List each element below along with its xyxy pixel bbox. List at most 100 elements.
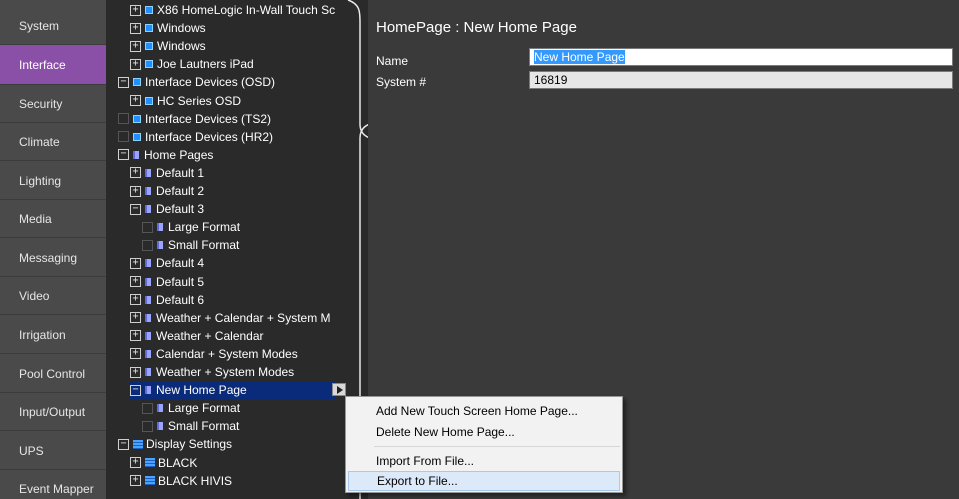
tree-row[interactable]: − Home Pages xyxy=(118,146,213,164)
tree-row[interactable]: + Weather + Calendar xyxy=(130,327,264,345)
nav-item-irrigation[interactable]: Irrigation xyxy=(0,316,106,354)
expand-icon[interactable]: + xyxy=(130,4,141,16)
system-label: System # xyxy=(376,75,427,89)
page-icon xyxy=(145,368,151,376)
expand-icon[interactable]: + xyxy=(130,95,141,106)
expand-icon[interactable]: + xyxy=(130,330,141,342)
expand-icon[interactable]: + xyxy=(130,312,141,324)
device-icon xyxy=(145,42,153,51)
empty-box-icon xyxy=(118,113,129,125)
collapse-icon[interactable]: − xyxy=(130,203,141,215)
nav-item-messaging[interactable]: Messaging xyxy=(0,239,106,277)
expand-icon[interactable]: + xyxy=(130,40,141,52)
tree-row-label: HC Series OSD xyxy=(157,93,242,108)
tree-row-label: Large Format xyxy=(168,220,241,235)
tree-row[interactable]: + Default 5 xyxy=(130,273,204,291)
tree-row-label: X86 HomeLogic In-Wall Touch Sc xyxy=(157,3,336,17)
nav-item-video[interactable]: Video xyxy=(0,277,106,315)
nav-item-pool-control[interactable]: Pool Control xyxy=(0,355,106,393)
device-icon xyxy=(133,114,141,123)
tree-row-label: Default 5 xyxy=(156,274,205,289)
tree-row[interactable]: + Weather + Calendar + System M xyxy=(130,309,331,327)
tree-row[interactable]: − Display Settings xyxy=(118,435,232,453)
import-from-file-menu-item[interactable]: Import From File... xyxy=(348,451,620,471)
tree-row[interactable]: − Default 3 xyxy=(130,200,204,218)
row-menu-arrow-icon[interactable] xyxy=(332,383,346,397)
tree-row[interactable]: + HC Series OSD xyxy=(130,92,241,110)
export-to-file-menu-item[interactable]: Export to File... xyxy=(348,471,620,491)
tree-row-label: Small Format xyxy=(168,238,240,253)
tree-row-label: Weather + System Modes xyxy=(156,365,295,379)
tree-view[interactable]: + X86 HomeLogic In-Wall Touch Sc + Windows +… xyxy=(106,0,368,499)
tree-row[interactable]: Interface Devices (TS2) xyxy=(118,110,271,128)
expand-icon[interactable]: + xyxy=(130,58,141,70)
expand-icon[interactable]: + xyxy=(130,257,141,269)
page-icon xyxy=(145,331,151,340)
nav-item-event-mapper[interactable]: Event Mapper xyxy=(0,470,106,499)
tree-row[interactable]: − Interface Devices (OSD) xyxy=(118,73,275,91)
tree-row[interactable]: Large Format xyxy=(142,399,240,417)
collapse-icon[interactable]: − xyxy=(130,384,141,396)
expand-icon[interactable]: + xyxy=(130,22,141,34)
device-icon xyxy=(145,24,153,33)
tree-row[interactable]: + Weather + System Modes xyxy=(130,363,294,381)
name-row: Name New Home Page xyxy=(368,48,959,70)
tree-row[interactable]: + Windows xyxy=(130,19,206,37)
display-icon xyxy=(145,476,155,486)
page-icon xyxy=(157,404,163,413)
panel-title: HomePage : New Home Page xyxy=(376,19,577,36)
expand-icon[interactable]: + xyxy=(130,475,141,487)
tree-row[interactable]: + Default 4 xyxy=(130,254,204,272)
tree-row[interactable]: Large Format xyxy=(142,218,240,236)
expand-icon[interactable]: + xyxy=(130,457,141,468)
page-icon xyxy=(145,205,151,214)
device-icon xyxy=(145,6,153,14)
tree-row[interactable]: Small Format xyxy=(142,417,239,435)
device-icon xyxy=(133,78,141,87)
nav-item-security[interactable]: Security xyxy=(0,85,106,123)
tree-row-label: Small Format xyxy=(168,419,240,434)
name-label: Name xyxy=(376,54,409,68)
name-field[interactable]: New Home Page xyxy=(529,48,953,66)
expand-icon[interactable]: + xyxy=(130,167,141,179)
nav-item-interface[interactable]: Interface xyxy=(0,45,106,85)
collapse-icon[interactable]: − xyxy=(118,76,129,88)
tree-row-label: New Home Page xyxy=(156,383,247,398)
nav-item-climate[interactable]: Climate xyxy=(0,123,106,161)
tree-row-label: Windows xyxy=(157,39,206,54)
tree-row[interactable]: + BLACK HIVIS xyxy=(130,472,232,490)
tree-row[interactable]: + Default 2 xyxy=(130,182,204,200)
tree-row-label: Interface Devices (TS2) xyxy=(145,111,272,126)
expand-icon[interactable]: + xyxy=(130,366,141,378)
expand-icon[interactable]: + xyxy=(130,348,141,360)
tree-row[interactable]: Interface Devices (HR2) xyxy=(118,128,273,146)
expand-icon[interactable]: + xyxy=(130,276,141,287)
tree-row[interactable]: + Windows xyxy=(130,37,206,55)
collapse-icon[interactable]: − xyxy=(118,149,129,161)
tree-row[interactable]: + Joe Lautners iPad xyxy=(130,55,254,73)
name-value: New Home Page xyxy=(534,50,625,64)
nav-item-system[interactable]: System xyxy=(0,7,106,45)
add-home-page-menu-item[interactable]: Add New Touch Screen Home Page... xyxy=(348,401,620,421)
menu-separator xyxy=(374,446,620,447)
nav-item-input-output[interactable]: Input/Output xyxy=(0,393,106,431)
nav-item-media[interactable]: Media xyxy=(0,200,106,238)
tree-row[interactable]: + Default 6 xyxy=(130,291,204,309)
tree-row[interactable]: + BLACK xyxy=(130,454,197,472)
expand-icon[interactable]: + xyxy=(130,185,141,197)
tree-row-label: Weather + Calendar + System M xyxy=(156,310,331,325)
tree-row[interactable]: + Calendar + System Modes xyxy=(130,345,298,363)
delete-home-page-menu-item[interactable]: Delete New Home Page... xyxy=(348,422,620,442)
display-icon xyxy=(145,458,155,467)
tree-row[interactable]: + Default 1 xyxy=(130,164,204,182)
tree-row[interactable]: + X86 HomeLogic In-Wall Touch Sc xyxy=(130,1,335,19)
page-icon xyxy=(145,168,151,177)
nav-item-ups[interactable]: UPS xyxy=(0,432,106,470)
device-icon xyxy=(145,60,153,69)
nav-item-lighting[interactable]: Lighting xyxy=(0,162,106,200)
tree-row-label: Display Settings xyxy=(146,437,233,452)
tree-row[interactable]: − New Home Page xyxy=(130,381,336,400)
collapse-icon[interactable]: − xyxy=(118,438,129,450)
expand-icon[interactable]: + xyxy=(130,294,141,306)
tree-row[interactable]: Small Format xyxy=(142,236,239,254)
